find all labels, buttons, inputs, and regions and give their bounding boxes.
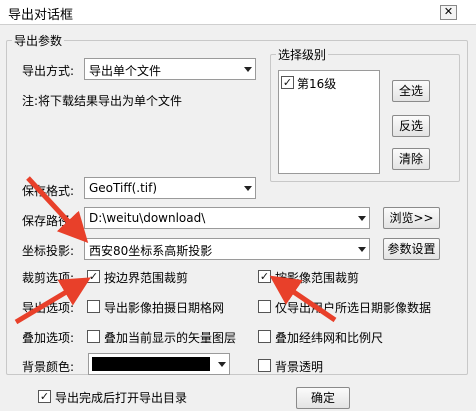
overlay-options-label: 叠加选项: bbox=[22, 331, 75, 345]
projection-select[interactable]: 西安80坐标系高斯投影 bbox=[84, 238, 370, 260]
export-params-title: 导出参数 bbox=[12, 32, 65, 49]
export-mode-value: 导出单个文件 bbox=[89, 64, 162, 78]
export-user-date-label: 仅导出用户所选日期影像数据 bbox=[275, 301, 432, 315]
list-item[interactable]: ✓ 第16级 bbox=[281, 75, 377, 91]
export-date-grid-label: 导出影像拍摄日期格网 bbox=[104, 301, 225, 315]
path-label: 保存路径: bbox=[22, 214, 75, 228]
export-note: 注:将下载结果导出为单个文件 bbox=[22, 94, 183, 108]
title-bar: 导出对话框 ✕ bbox=[0, 0, 476, 24]
bg-transparent-label: 背景透明 bbox=[275, 360, 324, 374]
color-swatch bbox=[92, 357, 210, 371]
close-button[interactable]: ✕ bbox=[440, 5, 457, 20]
clip-options-label: 裁剪选项: bbox=[22, 271, 75, 285]
path-select[interactable]: D:\weitu\download\ bbox=[84, 207, 370, 229]
clear-button[interactable]: 清除 bbox=[392, 148, 430, 170]
ok-button[interactable]: 确定 bbox=[296, 387, 350, 409]
window-title: 导出对话框 bbox=[8, 8, 74, 23]
overlay-grid-label: 叠加经纬网和比例尺 bbox=[275, 331, 384, 345]
export-mode-label: 导出方式: bbox=[22, 64, 75, 78]
invert-selection-button[interactable]: 反选 bbox=[392, 115, 430, 137]
chevron-down-icon bbox=[244, 67, 252, 72]
projection-value: 西安80坐标系高斯投影 bbox=[89, 244, 213, 258]
format-select[interactable]: GeoTiff(.tif) bbox=[84, 177, 256, 199]
clip-boundary-label: 按边界范围裁剪 bbox=[104, 271, 189, 285]
level-item-label: 第16级 bbox=[297, 77, 337, 91]
projection-settings-button[interactable]: 参数设置 bbox=[383, 238, 440, 260]
close-icon: ✕ bbox=[443, 5, 454, 18]
export-mode-select[interactable]: 导出单个文件 bbox=[84, 58, 256, 80]
level-listbox[interactable]: ✓ 第16级 bbox=[278, 70, 380, 174]
bg-color-select[interactable] bbox=[88, 353, 230, 375]
clip-image-label: 按影像范围裁剪 bbox=[275, 271, 360, 285]
chevron-down-icon bbox=[244, 186, 252, 191]
projection-label: 坐标投影: bbox=[22, 244, 75, 258]
bg-transparent-checkbox[interactable] bbox=[258, 359, 271, 372]
clip-image-checkbox[interactable]: ✓ bbox=[258, 270, 271, 283]
browse-button[interactable]: 浏览>> bbox=[383, 207, 440, 229]
format-label: 保存格式: bbox=[22, 184, 75, 198]
export-options-label: 导出选项: bbox=[22, 301, 75, 315]
export-user-date-checkbox[interactable] bbox=[258, 300, 271, 313]
open-dir-label: 导出完成后打开导出目录 bbox=[55, 391, 188, 405]
overlay-vector-checkbox[interactable] bbox=[87, 330, 100, 343]
level-group-title: 选择级别 bbox=[276, 46, 329, 63]
overlay-vector-label: 叠加当前显示的矢量图层 bbox=[104, 331, 237, 345]
export-date-grid-checkbox[interactable] bbox=[87, 300, 100, 313]
chevron-down-icon bbox=[358, 247, 366, 252]
chevron-down-icon bbox=[218, 362, 226, 367]
open-dir-checkbox[interactable]: ✓ bbox=[38, 390, 51, 403]
path-value: D:\weitu\download\ bbox=[89, 211, 206, 225]
level-checkbox[interactable]: ✓ bbox=[281, 76, 294, 89]
format-value: GeoTiff(.tif) bbox=[89, 181, 158, 195]
clip-boundary-checkbox[interactable]: ✓ bbox=[87, 270, 100, 283]
chevron-down-icon bbox=[358, 216, 366, 221]
select-all-button[interactable]: 全选 bbox=[392, 80, 430, 102]
overlay-grid-checkbox[interactable] bbox=[258, 330, 271, 343]
bg-color-label: 背景颜色: bbox=[22, 360, 75, 374]
